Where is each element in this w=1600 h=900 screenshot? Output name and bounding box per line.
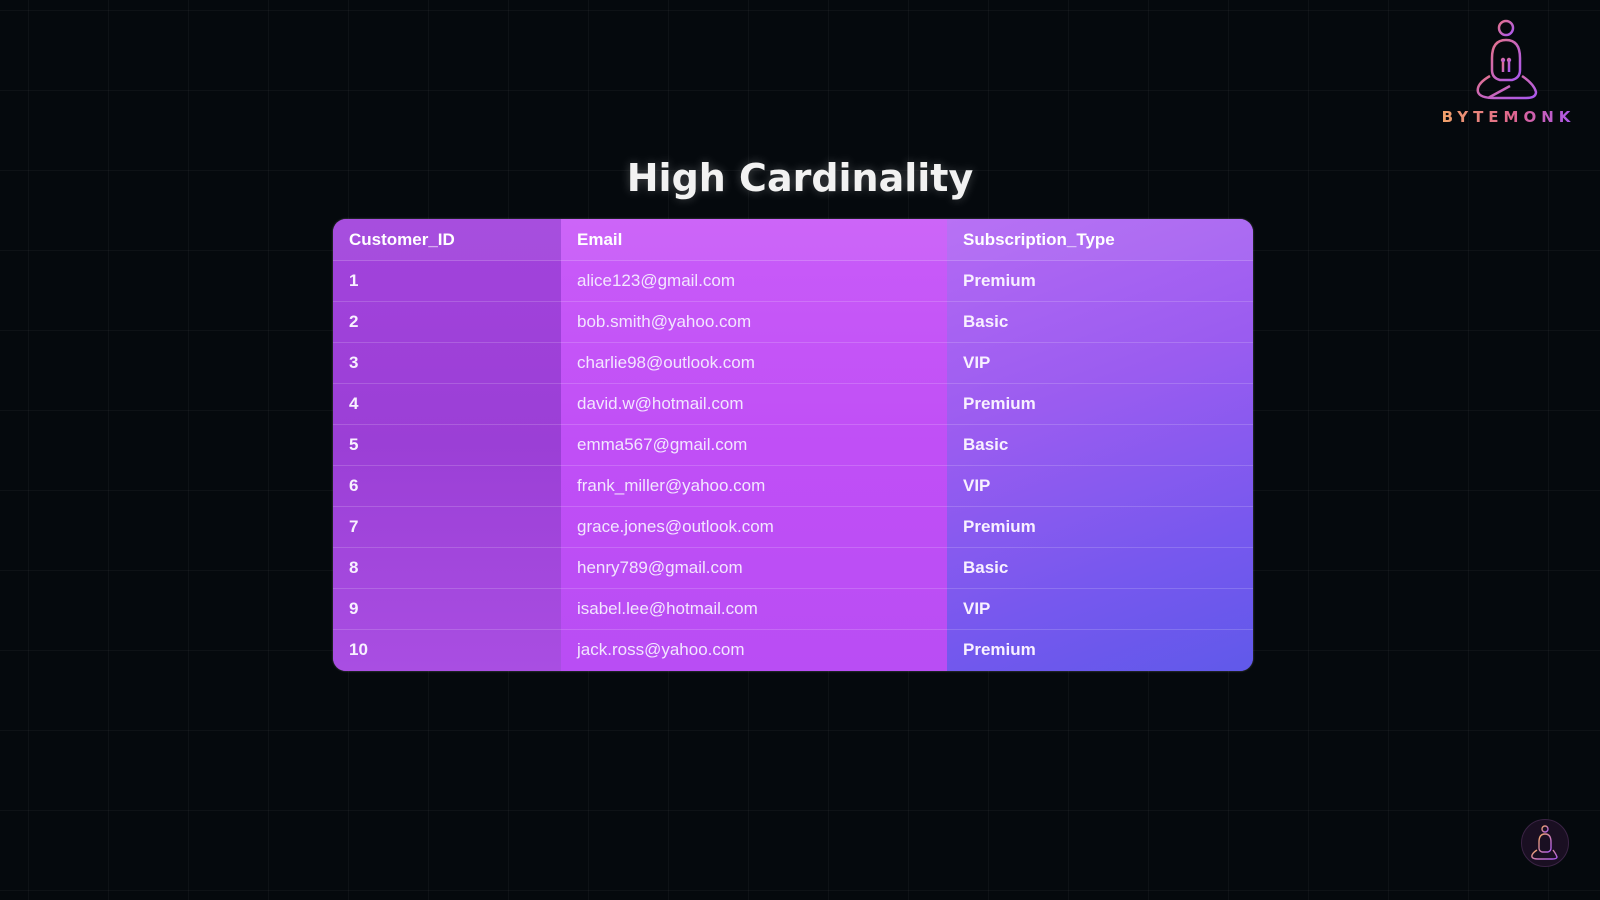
table-row: 7 grace.jones@outlook.com Premium (333, 506, 1253, 548)
column-header-subscription-type: Subscription_Type (947, 219, 1253, 261)
table-row: 9 isabel.lee@hotmail.com VIP (333, 588, 1253, 630)
column-header-customer-id: Customer_ID (333, 219, 561, 261)
cell-customer-id: 6 (333, 465, 561, 507)
cell-subscription-type: Basic (947, 424, 1253, 466)
cell-email: jack.ross@yahoo.com (577, 640, 745, 659)
cell-email: grace.jones@outlook.com (561, 506, 947, 548)
cell-subscription-type: Basic (947, 301, 1253, 343)
cell-email: henry789@gmail.com (561, 547, 947, 589)
table-row: 10 jack.ross@yahoo.com Premium (333, 630, 1253, 671)
cell-customer-id: 2 (333, 301, 561, 343)
monk-avatar-icon (1521, 819, 1569, 867)
customer-table: Customer_ID Email Subscription_Type 1 al… (333, 219, 1253, 670)
cell-customer-id: 7 (333, 506, 561, 548)
cell-subscription-type: Premium (947, 506, 1253, 548)
table-row: 6 frank_miller@yahoo.com VIP (333, 465, 1253, 507)
monk-logo-icon (1476, 19, 1538, 100)
cell-customer-id: 3 (333, 342, 561, 384)
cell-email: alice123@gmail.com (561, 260, 947, 302)
brand-logo: BYTEMONK (1436, 18, 1576, 126)
cell-email: david.w@hotmail.com (561, 383, 947, 425)
cell-customer-id: 8 (333, 547, 561, 589)
brand-name: BYTEMONK (1436, 108, 1576, 126)
cell-subscription-type: Premium (947, 260, 1253, 302)
table-row: 8 henry789@gmail.com Basic (333, 547, 1253, 589)
cell-subscription-type: Basic (947, 547, 1253, 589)
data-table-card: Customer_ID Email Subscription_Type 1 al… (333, 219, 1253, 671)
table-row: 4 david.w@hotmail.com Premium (333, 383, 1253, 425)
cell-subscription-type: VIP (947, 588, 1253, 630)
cell-email: emma567@gmail.com (561, 424, 947, 466)
cell-customer-id: 5 (333, 424, 561, 466)
cell-customer-id: 1 (333, 260, 561, 302)
cell-customer-id: 9 (333, 588, 561, 630)
cell-email: frank_miller@yahoo.com (561, 465, 947, 507)
table-row: 5 emma567@gmail.com Basic (333, 424, 1253, 466)
cell-subscription-type: Premium (947, 383, 1253, 425)
cell-customer-id: 4 (333, 383, 561, 425)
cell-email: isabel.lee@hotmail.com (561, 588, 947, 630)
table-row: 1 alice123@gmail.com Premium (333, 260, 1253, 302)
cell-customer-id: 10 (349, 640, 368, 659)
table-row: 3 charlie98@outlook.com VIP (333, 342, 1253, 384)
page-title: High Cardinality (626, 156, 974, 200)
table-header-row: Customer_ID Email Subscription_Type (333, 219, 1253, 261)
cell-subscription-type: VIP (947, 465, 1253, 507)
column-header-email: Email (561, 219, 947, 261)
cell-subscription-type: Premium (963, 640, 1036, 659)
table-row: 2 bob.smith@yahoo.com Basic (333, 301, 1253, 343)
cell-subscription-type: VIP (947, 342, 1253, 384)
cell-email: bob.smith@yahoo.com (561, 301, 947, 343)
cell-email: charlie98@outlook.com (561, 342, 947, 384)
